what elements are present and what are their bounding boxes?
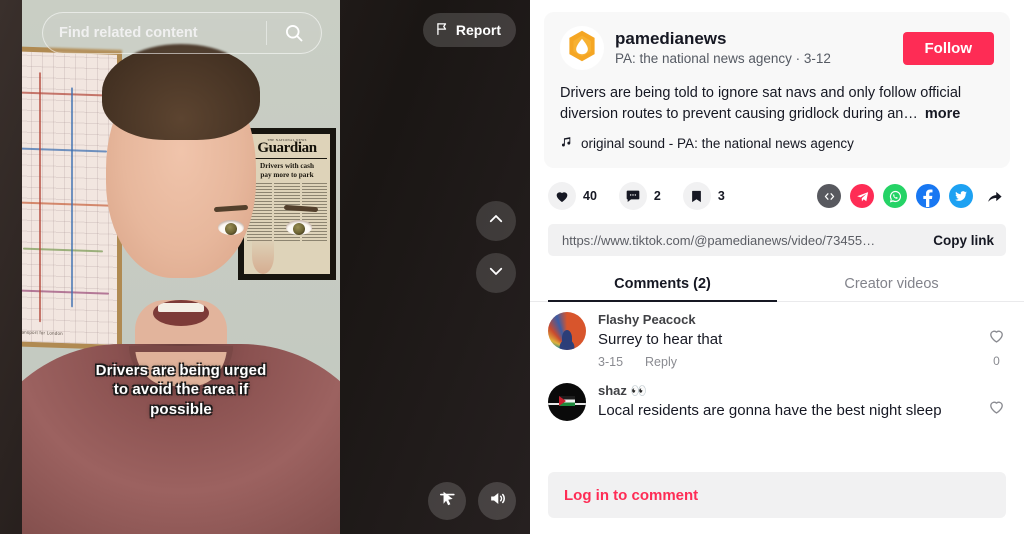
share-arrow-icon[interactable] — [982, 184, 1006, 208]
clear-mode-button[interactable] — [428, 482, 466, 520]
video-player-pane[interactable]: Transport for London THE NATIONAL NEWS G… — [0, 0, 530, 534]
flag-icon — [435, 21, 449, 39]
comment-item: Flashy Peacock Surrey to hear that 3-15 … — [548, 312, 1006, 369]
caption-line-1: Drivers are being urged — [95, 361, 267, 379]
author-display-name: PA: the national news agency — [615, 51, 792, 67]
author-text-block: pamedianews PA: the national news agency… — [615, 28, 892, 68]
scene-person — [22, 0, 340, 534]
video-description: Drivers are being told to ignore sat nav… — [560, 83, 994, 124]
caption-line-2: to avoid the area if — [113, 381, 249, 399]
like-count: 40 — [583, 189, 597, 204]
volume-button[interactable] — [478, 482, 516, 520]
video-caption-overlay: Drivers are being urged to avoid the are… — [22, 361, 340, 420]
tab-creator-videos[interactable]: Creator videos — [777, 270, 1006, 301]
chevron-up-icon — [487, 210, 505, 233]
twitter-icon[interactable] — [949, 184, 973, 209]
author-row: pamedianews PA: the national news agency… — [560, 26, 994, 70]
whatsapp-icon[interactable] — [883, 184, 907, 209]
bookmark-stat[interactable]: 3 — [682, 182, 725, 211]
video-meta-card: pamedianews PA: the national news agency… — [544, 12, 1010, 169]
comment-icon — [618, 182, 647, 211]
chevron-down-icon — [487, 262, 505, 285]
login-to-comment-link[interactable]: Log in to comment — [564, 487, 698, 504]
commenter-avatar[interactable] — [548, 383, 586, 422]
comment-like-button[interactable] — [987, 383, 1006, 421]
comment-body: shaz 👀 Local residents are gonna have th… — [598, 383, 975, 421]
music-row[interactable]: original sound - PA: the national news a… — [560, 135, 994, 152]
speaker-on-icon — [488, 489, 507, 513]
copy-link-row: https://www.tiktok.com/@pamedianews/vide… — [548, 224, 1006, 257]
facebook-icon[interactable] — [916, 184, 940, 209]
report-label: Report — [455, 22, 501, 38]
comment-reply-button[interactable]: Reply — [645, 355, 677, 369]
bookmark-count: 3 — [717, 189, 725, 204]
share-icons-group — [817, 184, 1006, 209]
video-info-pane: pamedianews PA: the national news agency… — [530, 0, 1024, 534]
caption-line-3: possible — [150, 401, 212, 419]
video-frame[interactable]: Transport for London THE NATIONAL NEWS G… — [22, 0, 340, 534]
like-stat[interactable]: 40 — [548, 182, 597, 211]
description-more-button[interactable]: more — [925, 106, 960, 122]
engagement-stats-bar: 40 2 3 — [530, 168, 1024, 211]
heart-outline-icon — [987, 397, 1006, 421]
heart-icon — [548, 182, 576, 211]
find-related-content-search[interactable]: Find related content — [42, 12, 322, 54]
author-separator: · — [795, 51, 801, 67]
previous-video-button[interactable] — [476, 201, 516, 241]
tab-comments[interactable]: Comments (2) — [548, 270, 777, 303]
info-tabs: Comments (2) Creator videos — [530, 270, 1024, 303]
follow-button[interactable]: Follow — [902, 31, 994, 65]
video-date: 3-12 — [803, 51, 831, 67]
comment-stat[interactable]: 2 — [618, 182, 661, 211]
comments-list[interactable]: Flashy Peacock Surrey to hear that 3-15 … — [530, 302, 1024, 472]
comment-text: Local residents are gonna have the best … — [598, 402, 942, 420]
music-label: original sound - PA: the national news a… — [581, 136, 854, 152]
heart-outline-icon — [987, 326, 1006, 350]
login-to-comment-bar[interactable]: Log in to comment — [548, 472, 1006, 518]
comment-footer: 3-15 Reply — [598, 355, 975, 369]
video-url-field[interactable]: https://www.tiktok.com/@pamedianews/vide… — [562, 233, 923, 248]
video-control-bar — [428, 482, 516, 520]
cursor-slash-icon — [438, 489, 457, 513]
hexagon-logo-icon — [564, 28, 600, 69]
video-description-text: Drivers are being told to ignore sat nav… — [560, 85, 962, 122]
comment-text: Surrey to hear that — [598, 331, 723, 349]
music-note-icon — [560, 135, 573, 152]
next-video-button[interactable] — [476, 253, 516, 293]
video-navigation-arrows — [476, 201, 516, 293]
comment-like-button[interactable]: 0 — [987, 312, 1006, 369]
author-subtitle: PA: the national news agency · 3-12 — [615, 50, 892, 68]
search-icon[interactable] — [267, 23, 321, 43]
commenter-avatar[interactable] — [548, 312, 586, 351]
comment-count: 2 — [653, 189, 661, 204]
bookmark-icon — [682, 182, 711, 211]
author-username[interactable]: pamedianews — [615, 28, 892, 49]
commenter-name[interactable]: Flashy Peacock — [598, 312, 975, 329]
commenter-name[interactable]: shaz 👀 — [598, 383, 975, 400]
tiktok-video-page: Transport for London THE NATIONAL NEWS G… — [0, 0, 1024, 534]
embed-code-icon[interactable] — [817, 184, 841, 209]
copy-link-button[interactable]: Copy link — [923, 233, 994, 248]
avatar[interactable] — [560, 26, 604, 70]
comment-item: shaz 👀 Local residents are gonna have th… — [548, 383, 1006, 422]
comment-body: Flashy Peacock Surrey to hear that 3-15 … — [598, 312, 975, 369]
telegram-icon[interactable] — [850, 184, 874, 209]
search-input[interactable]: Find related content — [43, 25, 266, 41]
comment-like-count: 0 — [993, 354, 1000, 369]
report-button[interactable]: Report — [422, 13, 516, 47]
comment-date: 3-15 — [598, 355, 624, 370]
